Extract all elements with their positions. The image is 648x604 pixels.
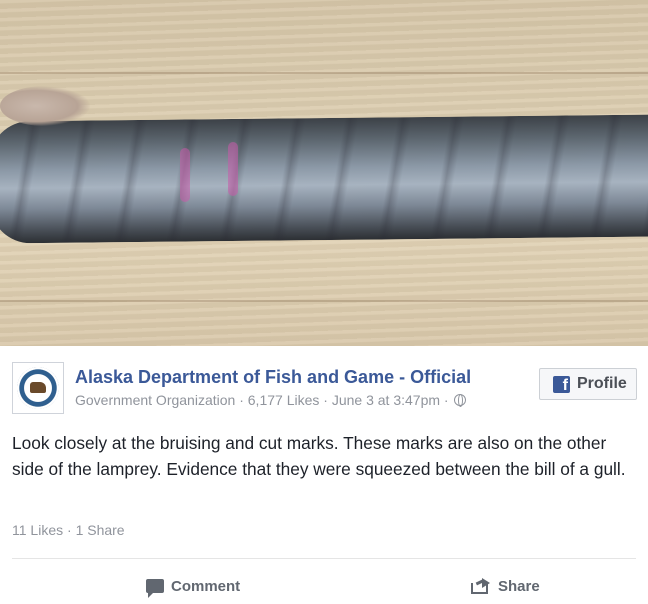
post-text: Look closely at the bruising and cut mar… — [12, 433, 626, 479]
facebook-icon: f — [553, 375, 570, 393]
wood-grain — [0, 300, 648, 302]
post-meta: Government Organization · 6,177 Likes · … — [75, 392, 467, 408]
shares-count[interactable]: 1 Share — [76, 522, 125, 538]
comment-button[interactable]: Comment — [146, 574, 240, 598]
globe-icon[interactable] — [454, 394, 467, 407]
agency-seal-icon — [17, 367, 59, 409]
lamprey-body — [0, 114, 648, 244]
lamprey-head — [0, 86, 90, 126]
post-stats: 11 Likes · 1 Share — [12, 522, 125, 538]
stats-separator: · — [67, 522, 72, 538]
page-name-link[interactable]: Alaska Department of Fish and Game - Off… — [75, 367, 471, 388]
share-icon — [471, 578, 491, 594]
actions-divider — [12, 558, 636, 559]
bruise-mark — [228, 142, 238, 196]
page-category: Government Organization — [75, 392, 236, 408]
bruise-mark — [180, 148, 190, 202]
page-likes-count: 6,177 Likes — [247, 392, 320, 408]
meta-separator: · — [443, 392, 449, 408]
meta-separator: · — [239, 392, 244, 408]
page-avatar[interactable] — [12, 362, 64, 414]
comment-button-label: Comment — [171, 577, 241, 595]
post-timestamp[interactable]: June 3 at 3:47pm — [332, 392, 440, 408]
profile-button-label: Profile — [577, 375, 627, 392]
post-photo[interactable] — [0, 0, 648, 346]
share-button-label: Share — [498, 577, 540, 595]
comment-icon — [146, 579, 164, 598]
likes-count[interactable]: 11 Likes — [12, 522, 63, 538]
profile-button[interactable]: f Profile — [539, 368, 637, 400]
post-header: Alaska Department of Fish and Game - Off… — [0, 346, 648, 426]
wood-grain — [0, 72, 648, 74]
share-button[interactable]: Share — [471, 574, 540, 598]
meta-separator: · — [323, 392, 328, 408]
